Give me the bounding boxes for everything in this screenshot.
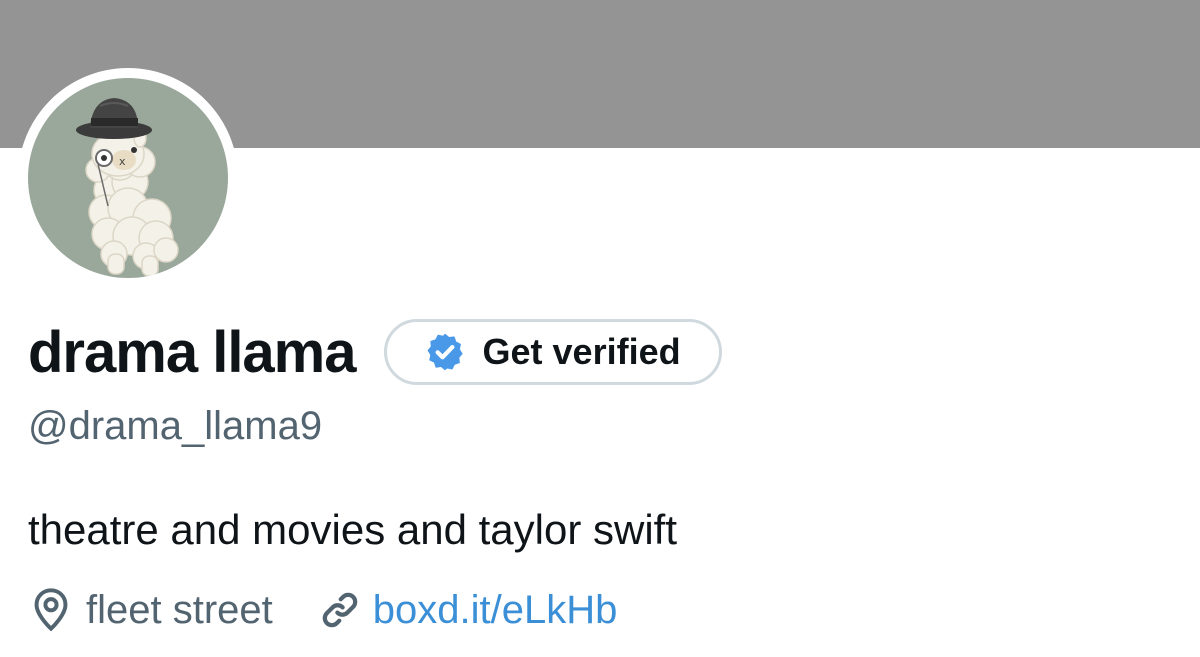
name-row: drama llama Get verified (28, 316, 722, 388)
user-handle: @drama_llama9 (28, 404, 323, 448)
website-link[interactable]: boxd.it/eLkHb (373, 588, 618, 633)
display-name: drama llama (28, 319, 357, 385)
get-verified-label: Get verified (482, 331, 681, 372)
location-pin-icon (28, 587, 74, 633)
profile-bio: theatre and movies and taylor swift (28, 506, 677, 553)
svg-text:x: x (119, 155, 126, 168)
website-link-group[interactable]: boxd.it/eLkHb (317, 587, 618, 633)
verified-badge-icon (423, 330, 467, 374)
llama-avatar-image: x (76, 98, 179, 277)
location-text: fleet street (86, 587, 273, 632)
get-verified-button[interactable]: Get verified (383, 319, 722, 385)
profile-page: x drama llama Get verified @drama_llama9… (0, 0, 1200, 657)
profile-meta-row: fleet street boxd.it/eLkHb (28, 582, 617, 638)
link-icon (317, 587, 363, 633)
avatar[interactable]: x (28, 78, 228, 278)
